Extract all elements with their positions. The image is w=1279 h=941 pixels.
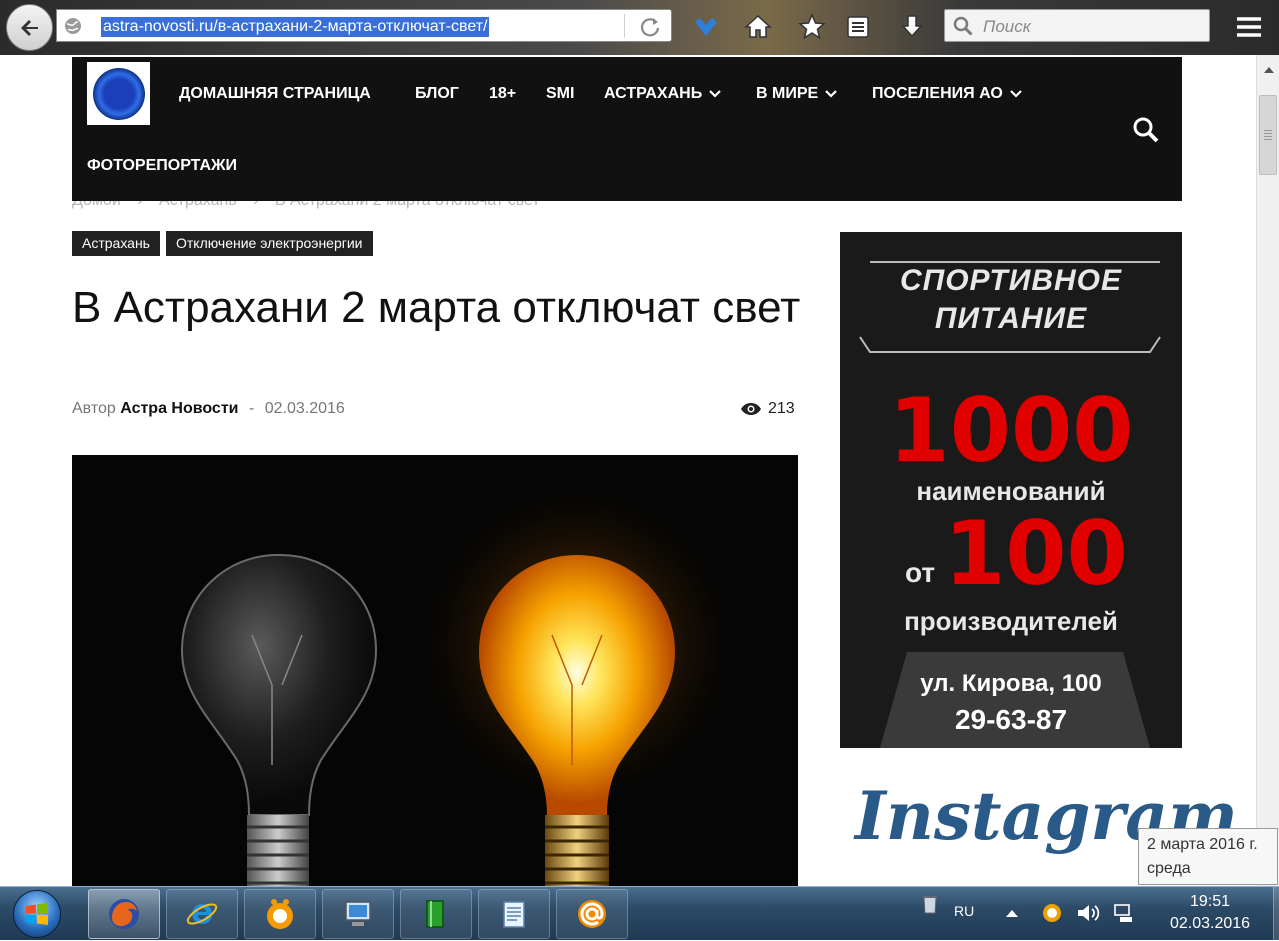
nav-18plus-label: 18+ xyxy=(489,85,517,102)
green-app-icon xyxy=(426,900,444,928)
nav-photoreports[interactable]: ФОТОРЕПОРТАЖИ xyxy=(87,157,237,175)
article-title: В Астрахани 2 марта отключат свет xyxy=(72,283,801,332)
article-tags: Астрахань Отключение электроэнергии xyxy=(72,231,373,256)
nav-18plus[interactable]: 18+ xyxy=(489,85,516,103)
back-button[interactable] xyxy=(6,4,53,51)
volume-icon[interactable] xyxy=(1076,901,1100,925)
clock-time: 19:51 xyxy=(1189,893,1231,910)
ad-from-text: от xyxy=(905,557,936,588)
tooltip-weekday: среда xyxy=(1147,860,1191,877)
ad-number-100: 100 xyxy=(944,502,1128,605)
internet-explorer-icon xyxy=(186,903,218,925)
home-icon[interactable] xyxy=(740,9,776,45)
notepad-icon xyxy=(503,901,525,928)
tooltip-date: 2 марта 2016 г. xyxy=(1147,836,1258,853)
nav-smi-label: SMI xyxy=(546,85,575,102)
taskbar-computer[interactable] xyxy=(322,889,394,939)
computer-icon xyxy=(345,901,371,926)
nav-settlements-label: ПОСЕЛЕНИЯ АО xyxy=(872,85,1003,102)
ad-phone: 29-63-87 xyxy=(954,704,1068,735)
network-icon[interactable] xyxy=(1112,901,1136,925)
reload-icon[interactable] xyxy=(639,16,661,38)
nav-photoreports-label: ФОТОРЕПОРТАЖИ xyxy=(87,157,237,174)
ad-number-1000: 1000 xyxy=(888,379,1134,482)
article-hero-image xyxy=(72,455,798,886)
url-text[interactable]: astra-novosti.ru/в-астрахани-2-марта-отк… xyxy=(101,17,490,37)
view-count: 213 xyxy=(740,400,795,418)
ad-address: ул. Кирова, 100 xyxy=(920,670,1102,697)
tag-astrakhan[interactable]: Астрахань xyxy=(72,231,160,256)
nav-world[interactable]: В МИРЕ xyxy=(756,85,837,103)
chevron-down-icon xyxy=(709,90,721,98)
taskbar-mail-agent[interactable] xyxy=(556,889,628,939)
site-header: ДОМАШНЯЯ СТРАНИЦА БЛОГ 18+ SMI АСТРАХАНЬ… xyxy=(72,57,1182,201)
nav-home[interactable]: ДОМАШНЯЯ СТРАНИЦА xyxy=(179,85,371,103)
light-bulbs-image xyxy=(72,455,798,886)
article-date: 02.03.2016 xyxy=(264,400,345,417)
bookmarks-list-icon[interactable] xyxy=(840,9,876,45)
globe-icon xyxy=(65,18,81,34)
pocket-icon[interactable] xyxy=(688,9,724,45)
nav-world-label: В МИРЕ xyxy=(756,85,819,102)
views-number: 213 xyxy=(768,400,795,417)
ad-heading-line-1: СПОРТИВНОЕ xyxy=(899,264,1123,297)
orange-app-icon xyxy=(267,899,293,929)
nav-blog-label: БЛОГ xyxy=(415,85,459,102)
taskbar-app-orange[interactable] xyxy=(244,889,316,939)
nav-settlements[interactable]: ПОСЕЛЕНИЯ АО xyxy=(872,85,1022,103)
ad-producers-text: производителей xyxy=(904,606,1118,636)
url-divider xyxy=(624,14,625,38)
scroll-up-arrow-icon[interactable] xyxy=(1258,55,1279,85)
windows-logo-icon xyxy=(13,890,61,938)
date-tooltip: 2 марта 2016 г. среда xyxy=(1138,828,1278,885)
address-bar[interactable]: astra-novosti.ru/в-астрахани-2-марта-отк… xyxy=(56,9,672,42)
taskbar: RU 19:51 02.03.2016 xyxy=(0,886,1279,941)
article-meta: Автор Астра Новости - 02.03.2016 xyxy=(72,400,345,418)
site-logo[interactable] xyxy=(87,62,150,125)
taskbar-internet-explorer[interactable] xyxy=(166,889,238,939)
back-arrow-icon xyxy=(20,19,38,36)
recycle-bin-icon[interactable] xyxy=(918,891,942,915)
nav-blog[interactable]: БЛОГ xyxy=(415,85,459,103)
nav-astrakhan[interactable]: АСТРАХАНЬ xyxy=(604,85,721,103)
download-icon[interactable] xyxy=(894,9,930,45)
nav-smi[interactable]: SMI xyxy=(546,85,574,103)
vertical-scrollbar[interactable] xyxy=(1256,55,1279,886)
tray-app-icon[interactable] xyxy=(1040,901,1064,925)
bookmark-star-icon[interactable] xyxy=(794,9,830,45)
show-hidden-icons-arrow-icon[interactable] xyxy=(1000,901,1024,925)
chevron-down-icon xyxy=(825,90,837,98)
start-button[interactable] xyxy=(6,887,68,941)
mail-at-icon xyxy=(578,900,606,928)
author-link[interactable]: Астра Новости xyxy=(120,400,238,417)
system-clock[interactable]: 19:51 02.03.2016 xyxy=(1150,891,1270,935)
webpage: Домой › Астрахань › В Астрахани 2 марта … xyxy=(0,55,1256,886)
search-icon xyxy=(953,16,973,36)
chevron-down-icon xyxy=(1010,90,1022,98)
meta-dash: - xyxy=(248,400,255,417)
taskbar-notepad[interactable] xyxy=(478,889,550,939)
search-placeholder: Поиск xyxy=(983,17,1031,36)
eye-icon xyxy=(741,403,761,415)
sidebar-advertisement[interactable]: СПОРТИВНОЕ ПИТАНИЕ 1000 наименований от … xyxy=(840,232,1182,748)
show-desktop-button[interactable] xyxy=(1273,887,1279,941)
browser-toolbar: astra-novosti.ru/в-астрахани-2-марта-отк… xyxy=(0,0,1279,55)
taskbar-firefox[interactable] xyxy=(88,889,160,939)
author-prefix: Автор xyxy=(72,400,116,417)
hamburger-menu-icon[interactable] xyxy=(1232,10,1266,44)
search-icon[interactable] xyxy=(1132,116,1160,144)
scroll-thumb[interactable] xyxy=(1259,95,1277,175)
logo-emblem xyxy=(92,67,145,120)
clock-date: 02.03.2016 xyxy=(1169,915,1251,932)
taskbar-green-app[interactable] xyxy=(400,889,472,939)
tag-power-outage[interactable]: Отключение электроэнергии xyxy=(165,231,373,256)
language-indicator[interactable]: RU xyxy=(954,903,974,919)
ad-heading-line-2: ПИТАНИЕ xyxy=(934,302,1088,335)
nav-home-label: ДОМАШНЯЯ СТРАНИЦА xyxy=(179,85,371,102)
search-box[interactable]: Поиск xyxy=(944,9,1210,42)
nav-astrakhan-label: АСТРАХАНЬ xyxy=(604,85,703,102)
firefox-icon xyxy=(109,899,139,929)
